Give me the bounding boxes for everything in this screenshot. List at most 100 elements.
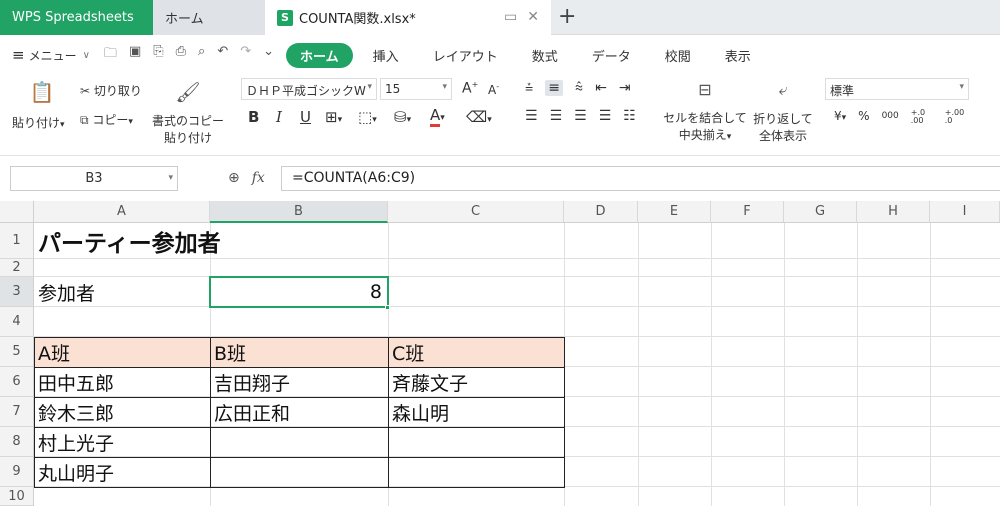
font-name-select[interactable]: ＤＨＰ平成ゴシックW ▾ (241, 78, 377, 100)
ribbon-tab-formulas[interactable]: 数式 (518, 43, 572, 68)
paste-button[interactable]: 📋 貼り付け▾ (12, 80, 72, 131)
thousands-button[interactable]: 000 (882, 109, 899, 125)
row-header-3[interactable]: 3 (0, 277, 34, 307)
fx-icon[interactable]: fx (252, 170, 265, 186)
number-format-select[interactable]: 標準 ▾ (825, 78, 969, 100)
row-header-5[interactable]: 5 (0, 337, 34, 367)
cell-a7[interactable]: 鈴木三郎 (34, 397, 114, 427)
column-header-c[interactable]: C (388, 201, 564, 223)
name-box[interactable]: B3 ▾ (10, 166, 178, 191)
select-all-corner[interactable] (0, 201, 34, 223)
print-icon[interactable]: ⎙ (176, 44, 186, 66)
cell-a5[interactable]: A班 (34, 337, 70, 367)
column-header-g[interactable]: G (784, 201, 857, 223)
row-header-1[interactable]: 1 (0, 223, 34, 259)
italic-button[interactable]: I (276, 108, 282, 126)
print-preview-icon[interactable]: ⌕ (198, 44, 205, 66)
cell-c7[interactable]: 森山明 (388, 397, 449, 427)
monitor-icon[interactable]: ▭ (504, 9, 517, 25)
fill-color-button[interactable]: ⛁▾ (394, 108, 411, 126)
cell-b6[interactable]: 吉田翔子 (210, 367, 290, 397)
align-top-icon[interactable]: ⩮ (525, 80, 533, 96)
align-right-icon[interactable]: ☰ (574, 108, 587, 124)
close-icon[interactable]: ✕ (527, 9, 539, 25)
ribbon-tab-view[interactable]: 表示 (711, 43, 765, 68)
row-header-2[interactable]: 2 (0, 259, 34, 277)
horizontal-align-group: ☰ ☰ ☰ ☰ ☷ (525, 108, 636, 124)
percent-button[interactable]: % (858, 109, 869, 125)
distributed-icon[interactable]: ☷ (623, 108, 636, 124)
zoom-icon[interactable]: ⊕ (228, 170, 240, 186)
grow-font-button[interactable]: A+ (462, 80, 478, 97)
tab-home[interactable]: ホーム (153, 0, 265, 35)
spreadsheet-grid[interactable]: A B C D E F G H I 1 2 3 4 5 6 7 8 9 10 パ… (0, 201, 1000, 506)
cell-b5[interactable]: B班 (210, 337, 246, 367)
cell-b7[interactable]: 広田正和 (210, 397, 290, 427)
align-bottom-icon[interactable]: ⩯ (575, 80, 583, 96)
column-header-a[interactable]: A (34, 201, 210, 223)
formula-input[interactable]: =COUNTA(A6:C9) (281, 166, 1000, 191)
new-tab-button[interactable]: + (558, 4, 576, 29)
cell-b8[interactable] (210, 427, 214, 457)
bold-button[interactable]: B (248, 108, 259, 126)
ribbon-tab-insert[interactable]: 挿入 (359, 43, 413, 68)
menu-button[interactable]: ≡ メニュー ∨ (12, 46, 90, 64)
column-header-h[interactable]: H (857, 201, 930, 223)
column-header-b[interactable]: B (210, 201, 388, 223)
align-middle-icon[interactable]: ≡ (545, 80, 563, 96)
tab-wps-spreadsheets[interactable]: WPS Spreadsheets (0, 0, 153, 35)
format-painter-button[interactable]: 🖌 書式のコピー 貼り付け (152, 80, 224, 146)
copy-button[interactable]: ⧉ コピー▾ (80, 111, 133, 128)
ribbon-tab-layout[interactable]: レイアウト (419, 43, 512, 68)
cell-c6[interactable]: 斉藤文子 (388, 367, 468, 397)
ribbon-tab-home[interactable]: ホーム (286, 42, 353, 68)
row-header-7[interactable]: 7 (0, 397, 34, 427)
column-header-d[interactable]: D (564, 201, 638, 223)
justify-icon[interactable]: ☰ (599, 108, 612, 124)
fill-pattern-button[interactable]: ⬚▾ (358, 108, 377, 126)
indent-decrease-icon[interactable]: ⇤ (595, 80, 607, 96)
row-header-10[interactable]: 10 (0, 487, 34, 506)
undo-icon[interactable]: ↶ (217, 44, 228, 66)
border-button[interactable]: ⊞▾ (325, 108, 342, 126)
align-center-icon[interactable]: ☰ (550, 108, 563, 124)
font-size-select[interactable]: 15 ▾ (380, 78, 452, 100)
customize-icon[interactable]: ⌄ (263, 44, 274, 66)
column-header-e[interactable]: E (638, 201, 711, 223)
ribbon-tab-review[interactable]: 校閲 (651, 43, 705, 68)
currency-button[interactable]: ¥▾ (834, 109, 846, 125)
cell-a8[interactable]: 村上光子 (34, 427, 114, 457)
cell-c5[interactable]: C班 (388, 337, 424, 367)
cell-c9[interactable] (388, 457, 392, 487)
row-header-6[interactable]: 6 (0, 367, 34, 397)
cell-a3[interactable]: 参加者 (34, 277, 210, 307)
column-header-f[interactable]: F (711, 201, 784, 223)
clear-button[interactable]: ⌫▾ (466, 108, 492, 126)
fill-handle[interactable] (385, 305, 390, 310)
row-header-8[interactable]: 8 (0, 427, 34, 457)
cell-a9[interactable]: 丸山明子 (34, 457, 114, 487)
row-header-9[interactable]: 9 (0, 457, 34, 487)
increase-decimal-button[interactable]: +.0 .00 (911, 109, 933, 125)
cell-b9[interactable] (210, 457, 214, 487)
indent-increase-icon[interactable]: ⇥ (619, 80, 631, 96)
merge-center-button[interactable]: ⊟ セルを結合して 中央揃え▾ (662, 80, 748, 143)
cell-a1-title[interactable]: パーティー参加者 (34, 223, 221, 259)
redo-icon[interactable]: ↷ (240, 44, 251, 66)
cell-a6[interactable]: 田中五郎 (34, 367, 114, 397)
row-header-4[interactable]: 4 (0, 307, 34, 337)
export-icon[interactable]: ⎘ (153, 44, 163, 66)
font-color-button[interactable]: A▾ (430, 106, 445, 127)
folder-icon[interactable]: 🗀 (104, 44, 117, 66)
cut-button[interactable]: ✂ 切り取り (80, 82, 142, 99)
cell-c8[interactable] (388, 427, 392, 457)
shrink-font-button[interactable]: A- (488, 82, 499, 97)
underline-button[interactable]: U (300, 108, 311, 126)
decrease-decimal-button[interactable]: +.00 .0 (945, 109, 967, 125)
ribbon-tab-data[interactable]: データ (578, 43, 645, 68)
align-left-icon[interactable]: ☰ (525, 108, 538, 124)
save-icon[interactable]: ▣ (129, 44, 141, 66)
wrap-text-button[interactable]: ⤶ 折り返して 全体表示 (752, 80, 814, 144)
column-header-i[interactable]: I (930, 201, 1000, 223)
tab-file[interactable]: S COUNTA関数.xlsx* ▭ ✕ (265, 0, 551, 35)
